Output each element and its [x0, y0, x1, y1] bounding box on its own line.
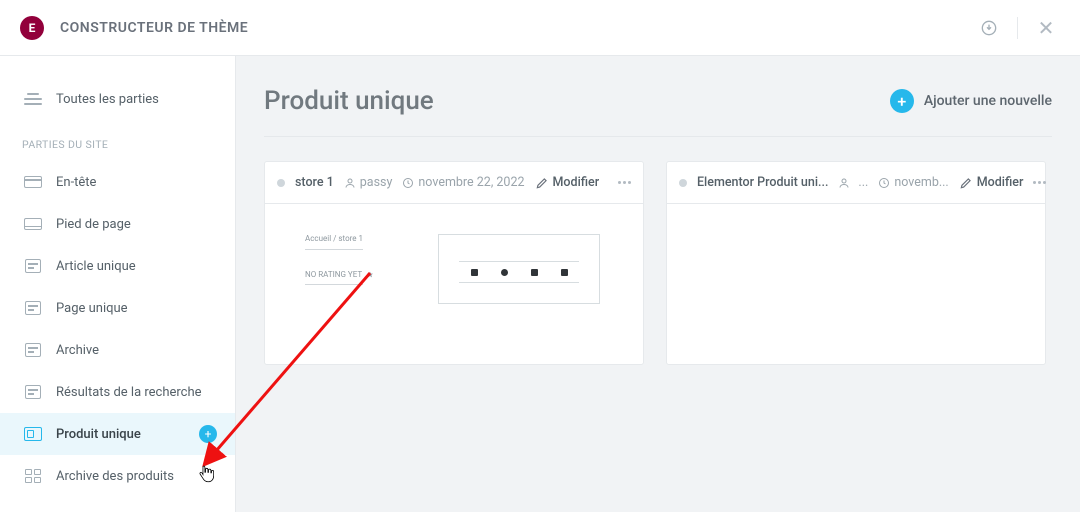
preview-breadcrumb: Accueil / store 1	[305, 234, 374, 243]
sidebar-item-single-page[interactable]: Page unique	[0, 287, 235, 329]
sidebar: Toutes les parties PARTIES DU SITE En-tê…	[0, 56, 236, 512]
add-product-template-icon[interactable]: +	[199, 425, 217, 443]
hamburger-icon	[22, 91, 44, 107]
topbar: E CONSTRUCTEUR DE THÈME ✕	[0, 0, 1080, 56]
sidebar-all-parts[interactable]: Toutes les parties	[0, 78, 235, 120]
sidebar-item-label: Toutes les parties	[56, 92, 159, 107]
sidebar-item-single-post[interactable]: Article unique	[0, 245, 235, 287]
add-new-button[interactable]: + Ajouter une nouvelle	[890, 89, 1052, 113]
social-icon	[471, 269, 478, 276]
card-header: Elementor Produit uni... ... novemb... M…	[667, 162, 1045, 204]
card-date: novembre 22, 2022	[402, 175, 524, 190]
social-icon	[531, 269, 538, 276]
page-title: Produit unique	[264, 86, 434, 116]
footer-icon	[22, 216, 44, 232]
card-title: Elementor Produit uni...	[697, 175, 828, 190]
sidebar-item-label: En-tête	[56, 175, 96, 190]
card-header: store 1 passy novembre 22, 2022 Modifier	[265, 162, 643, 204]
sidebar-item-label: Résultats de la recherche	[56, 385, 202, 400]
card-date: novemb...	[878, 175, 948, 190]
sidebar-item-footer[interactable]: Pied de page	[0, 203, 235, 245]
main-header: Produit unique + Ajouter une nouvelle	[264, 86, 1052, 137]
social-icon	[501, 269, 508, 276]
post-icon	[22, 258, 44, 274]
card-title: store 1	[295, 175, 334, 190]
sidebar-item-label: Archive des produits	[56, 469, 174, 484]
cards-row: store 1 passy novembre 22, 2022 Modifier	[264, 161, 1052, 365]
archive-icon	[22, 342, 44, 358]
template-card[interactable]: Elementor Produit uni... ... novemb... M…	[666, 161, 1046, 365]
sidebar-item-archive[interactable]: Archive	[0, 329, 235, 371]
template-card[interactable]: store 1 passy novembre 22, 2022 Modifier	[264, 161, 644, 365]
close-icon[interactable]: ✕	[1032, 14, 1060, 42]
mouse-cursor-icon	[198, 464, 214, 484]
preview-rating: NO RATING YET	[305, 270, 374, 279]
sidebar-item-label: Article unique	[56, 259, 136, 274]
social-icon	[561, 269, 568, 276]
sidebar-item-header[interactable]: En-tête	[0, 161, 235, 203]
search-results-icon	[22, 384, 44, 400]
main-content: Produit unique + Ajouter une nouvelle st…	[236, 56, 1080, 512]
card-more-icon[interactable]	[618, 181, 631, 184]
sidebar-item-label: Pied de page	[56, 217, 131, 232]
product-archive-icon	[22, 468, 44, 484]
download-icon[interactable]	[975, 14, 1003, 42]
sidebar-item-search-results[interactable]: Résultats de la recherche	[0, 371, 235, 413]
add-new-label: Ajouter une nouvelle	[924, 93, 1052, 109]
sidebar-item-label: Page unique	[56, 301, 128, 316]
card-edit-link[interactable]: Modifier	[959, 175, 1024, 190]
sidebar-section-title: PARTIES DU SITE	[0, 120, 235, 161]
topbar-divider	[1017, 17, 1018, 39]
page-icon	[22, 300, 44, 316]
product-icon	[22, 426, 44, 442]
elementor-logo: E	[20, 16, 44, 40]
sidebar-item-label: Produit unique	[56, 427, 141, 442]
sidebar-item-label: Archive	[56, 343, 99, 358]
status-dot	[679, 179, 687, 187]
sidebar-item-single-product[interactable]: Produit unique +	[0, 413, 235, 455]
plus-icon: +	[890, 89, 914, 113]
status-dot	[277, 179, 285, 187]
app-title: CONSTRUCTEUR DE THÈME	[60, 20, 248, 36]
preview-share-box	[438, 234, 600, 304]
card-author: passy	[344, 175, 393, 190]
card-author: ...	[838, 175, 868, 190]
card-edit-link[interactable]: Modifier	[535, 175, 600, 190]
card-preview: Accueil / store 1 NO RATING YET	[265, 204, 643, 364]
card-more-icon[interactable]	[1033, 181, 1046, 184]
header-icon	[22, 174, 44, 190]
